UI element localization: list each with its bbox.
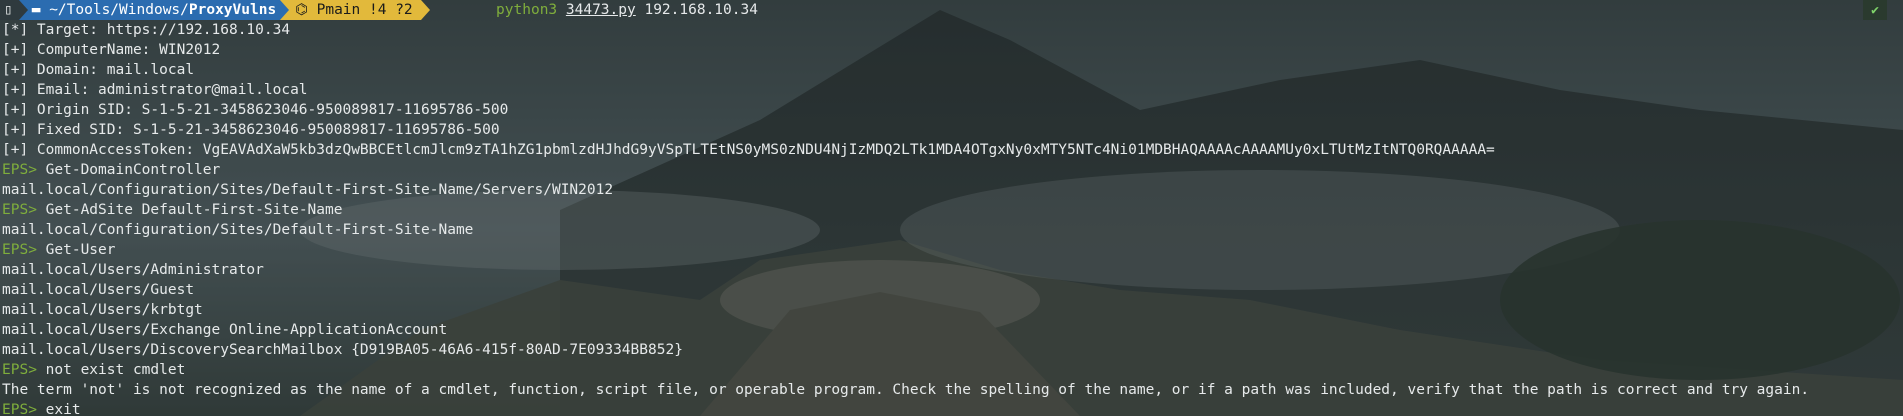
command-line: python3 34473.py 192.168.10.34	[444, 0, 758, 40]
session-output-line: mail.local/Users/Guest	[2, 282, 195, 298]
eps-prompt: EPS>	[2, 362, 37, 378]
eps-command: not exist cmdlet	[36, 362, 186, 378]
session-output-line: mail.local/Users/DiscoverySearchMailbox …	[2, 342, 683, 358]
eps-command: Get-User	[36, 242, 116, 258]
eps-prompt: EPS>	[2, 202, 37, 218]
success-check-icon: ✔	[1863, 0, 1887, 20]
eps-prompt: EPS>	[2, 242, 37, 258]
output-line-origin-sid: [+] Origin SID: S-1-5-21-3458623046-9500…	[2, 102, 509, 118]
segment-separator-icon	[420, 0, 430, 20]
directory-path: ~/Tools/Windows/	[49, 2, 189, 18]
git-status: !4 ?2	[369, 2, 413, 18]
segment-separator-icon	[18, 0, 28, 20]
github-icon: ⌬	[295, 2, 308, 18]
output-line-domain: [+] Domain: mail.local	[2, 62, 195, 78]
shell-prompt: ▯ ▬ ~/Tools/Windows/ ProxyVulns ⌬ P main…	[0, 0, 758, 20]
output-line-target: [*] Target: https://192.168.10.34	[2, 22, 291, 38]
os-icon: ▯	[4, 2, 13, 18]
command-executable: python3	[496, 2, 558, 18]
eps-command: Get-AdSite Default-First-Site-Name	[36, 202, 343, 218]
eps-command: Get-DomainController	[36, 162, 221, 178]
branch-icon: P	[316, 2, 326, 18]
eps-prompt-line: EPS> not exist cmdlet	[2, 360, 185, 380]
session-output-line: mail.local/Configuration/Sites/Default-F…	[2, 222, 474, 238]
session-output-line: mail.local/Users/Administrator	[2, 262, 264, 278]
session-output-line: mail.local/Users/krbtgt	[2, 302, 203, 318]
eps-prompt: EPS>	[2, 162, 37, 178]
command-argument: 192.168.10.34	[644, 2, 758, 18]
output-line-fixed-sid: [+] Fixed SID: S-1-5-21-3458623046-95008…	[2, 122, 500, 138]
eps-prompt-line: EPS> Get-AdSite Default-First-Site-Name	[2, 200, 342, 220]
session-output-line: mail.local/Configuration/Sites/Default-F…	[2, 182, 614, 198]
output-line-email: [+] Email: administrator@mail.local	[2, 82, 308, 98]
command-file-link[interactable]: 34473.py	[566, 2, 636, 18]
directory-segment: ▬ ~/Tools/Windows/ ProxyVulns	[27, 0, 281, 20]
output-line-computername: [+] ComputerName: WIN2012	[2, 42, 221, 58]
git-branch: main	[325, 2, 361, 18]
terminal-window[interactable]: ▯ ▬ ~/Tools/Windows/ ProxyVulns ⌬ P main…	[0, 0, 1903, 418]
segment-separator-icon	[280, 0, 290, 20]
folder-icon: ▬	[31, 2, 50, 18]
eps-prompt-line[interactable]: EPS> exit	[2, 400, 81, 420]
eps-prompt-line: EPS> Get-DomainController	[2, 160, 220, 180]
session-output-line: mail.local/Users/Exchange Online-Applica…	[2, 322, 448, 338]
output-line-access-token: [+] CommonAccessToken: VgEAVAdXaW5kb3dzQ…	[2, 142, 1495, 158]
directory-current: ProxyVulns	[188, 2, 277, 18]
git-segment: ⌬ P main !4 ?2	[289, 0, 421, 20]
eps-prompt-line: EPS> Get-User	[2, 240, 116, 260]
error-output-line: The term 'not' is not recognized as the …	[2, 382, 1810, 398]
os-segment: ▯	[0, 0, 19, 20]
